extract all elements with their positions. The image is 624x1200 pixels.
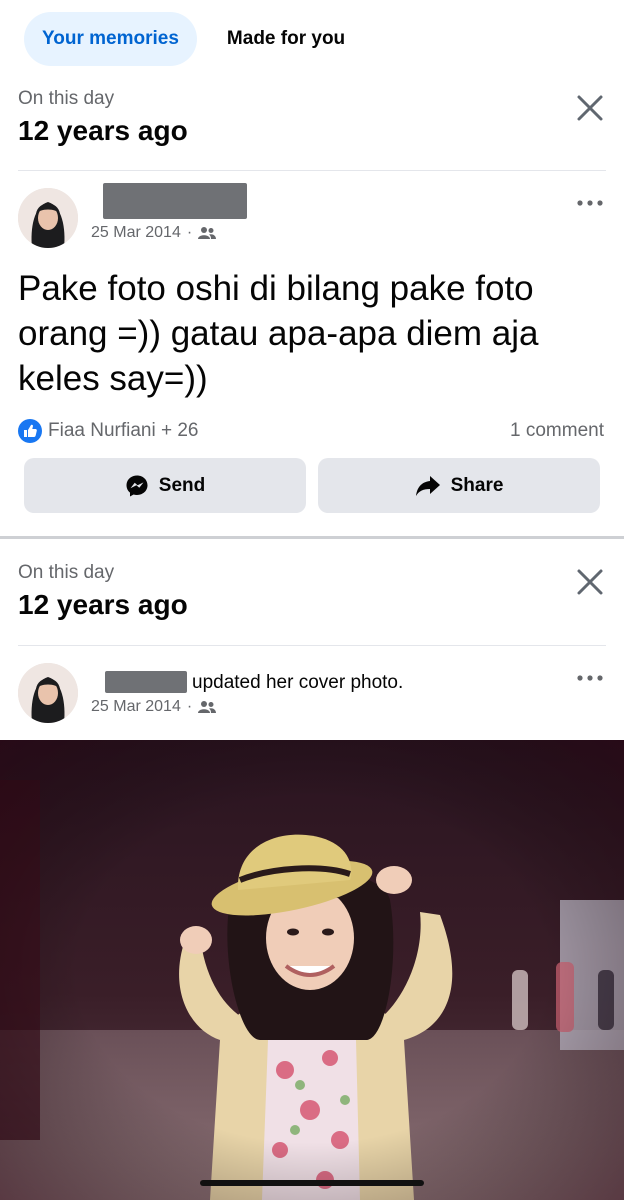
- post-meta: 25 Mar 2014 ·: [91, 698, 217, 716]
- post-actions: Send Share: [24, 458, 600, 513]
- years-ago-title: 12 years ago: [18, 589, 188, 620]
- avatar[interactable]: [18, 188, 78, 248]
- tab-made-for-you[interactable]: Made for you: [209, 12, 363, 66]
- reactions-bar: Fiaa Nurfiani + 26 1 comment: [18, 418, 604, 444]
- divider: [18, 170, 606, 171]
- memories-tabs: Your memories Made for you: [24, 12, 600, 66]
- more-options-icon[interactable]: [576, 196, 604, 210]
- post-text: Pake foto oshi di bilang pake foto orang…: [18, 269, 539, 398]
- cover-photo[interactable]: [0, 740, 624, 1200]
- like-icon: [18, 419, 42, 443]
- divider: [18, 645, 606, 646]
- share-button[interactable]: Share: [318, 458, 600, 513]
- post-header: 25 Mar 2014 ·: [18, 183, 606, 252]
- post-date: 25 Mar 2014: [91, 698, 181, 715]
- years-ago-title: 12 years ago: [18, 115, 188, 146]
- author-name-redacted[interactable]: [105, 671, 187, 693]
- avatar[interactable]: [18, 663, 78, 723]
- reactions-label: Fiaa Nurfiani + 26: [48, 420, 199, 441]
- memory-header: On this day 12 years ago: [18, 562, 606, 646]
- comment-count[interactable]: 1 comment: [510, 420, 604, 442]
- reactions-summary[interactable]: Fiaa Nurfiani + 26: [18, 419, 199, 443]
- close-icon[interactable]: [574, 92, 606, 124]
- author-name-redacted[interactable]: [103, 183, 247, 219]
- home-indicator[interactable]: [200, 1180, 424, 1186]
- tab-your-memories[interactable]: Your memories: [24, 12, 197, 66]
- messenger-icon: [126, 475, 148, 496]
- friends-icon: [198, 701, 217, 713]
- on-this-day-label: On this day: [18, 562, 115, 583]
- section-divider: [0, 536, 624, 539]
- send-button[interactable]: Send: [24, 458, 306, 513]
- post-header: updated her cover photo. 25 Mar 2014 ·: [18, 663, 606, 727]
- on-this-day-label: On this day: [18, 88, 115, 109]
- share-label: Share: [450, 474, 504, 496]
- share-arrow-icon: [415, 475, 440, 496]
- memory-header: On this day 12 years ago: [18, 88, 606, 172]
- post-action-text: updated her cover photo.: [192, 672, 404, 693]
- post-date: 25 Mar 2014: [91, 224, 181, 241]
- more-options-icon[interactable]: [576, 671, 604, 685]
- friends-icon: [198, 227, 217, 239]
- send-label: Send: [158, 474, 206, 496]
- post-meta: 25 Mar 2014 ·: [91, 224, 217, 242]
- close-icon[interactable]: [574, 566, 606, 598]
